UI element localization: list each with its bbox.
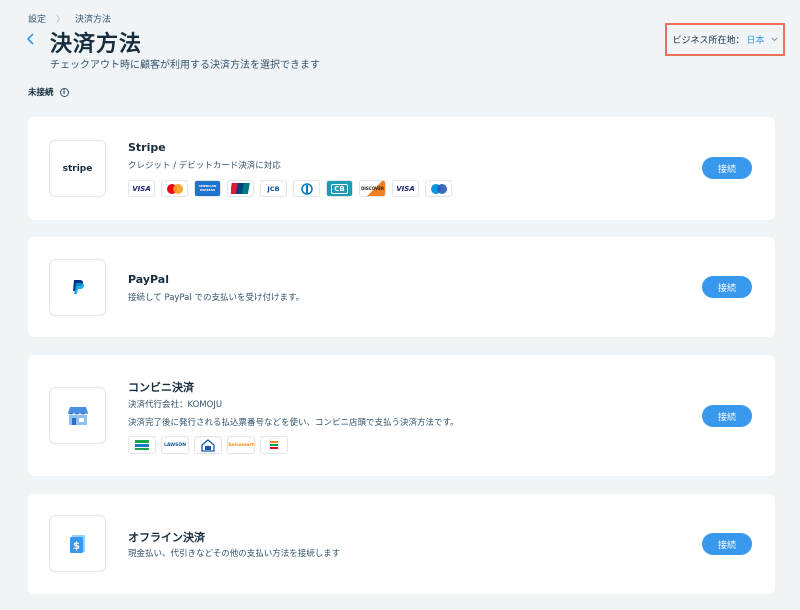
cb-icon: CB [326,180,353,197]
back-arrow-icon[interactable] [26,32,40,48]
discover-icon: DISCOVER [359,180,386,197]
maestro-icon [425,180,452,197]
provider-name: PayPal [128,273,169,286]
connect-button-stripe[interactable]: 接続 [702,157,752,179]
provider-description: クレジット / デビットカード決済に対応 [128,161,281,171]
seicomart-icon: Seicomart [227,436,255,454]
business-location-dropdown[interactable]: ビジネス所在地： 日本 [665,23,785,56]
page-subtitle: チェックアウト時に顧客が利用する決済方法を選択できます [50,60,320,71]
chevron-down-icon [771,35,778,44]
amex-icon: AMERICAN EXPRESS [194,180,221,197]
paypal-icon [72,279,84,294]
provider-description: 現金払い、代引きなどその他の支払い方法を接続します [128,549,341,559]
provider-name: コンビニ決済 [128,381,194,394]
provider-card-konbini: コンビニ決済 決済代行会社：KOMOJU 決済完了後に発行される払込票番号などを… [28,355,775,476]
lawson-icon: LAWSON [161,436,189,454]
breadcrumb: 設定 〉 決済方法 [28,12,111,25]
store-icon [67,406,88,425]
stripe-logo: stripe [49,140,106,197]
connect-button-offline[interactable]: 接続 [702,533,752,555]
business-location-label: ビジネス所在地： [672,36,745,46]
daily-yamazaki-icon [194,436,222,454]
provider-description-detail: 決済完了後に発行される払込票番号などを使い、コンビニ店頭で支払う決済方法です。 [128,418,459,428]
jcb-icon: JCB [260,180,287,197]
breadcrumb-settings[interactable]: 設定 [28,12,46,25]
connect-button-paypal[interactable]: 接続 [702,276,752,298]
card-brand-list: VISA AMERICAN EXPRESS JCB CB DISCOVER VI… [128,180,452,197]
section-label: 未接続 i [28,86,69,98]
provider-card-stripe: stripe Stripe クレジット / デビットカード決済に対応 VISA … [28,117,775,220]
svg-text:$: $ [73,541,80,552]
info-icon[interactable]: i [59,87,69,97]
provider-description: 接続して PayPal での支払いを受け付けます。 [128,293,305,303]
business-location-value: 日本 [746,36,765,46]
mastercard-icon [161,180,188,197]
convenience-store-logo [49,387,106,444]
visa-icon: VISA [128,180,155,197]
offline-payment-logo: $ [49,515,106,572]
seven-eleven-icon [260,436,288,454]
paypal-logo [49,259,106,316]
breadcrumb-separator: 〉 [56,15,66,25]
page-title: 決済方法 [50,32,143,57]
connect-button-konbini[interactable]: 接続 [702,405,752,427]
provider-name: Stripe [128,141,166,154]
unionpay-icon [227,180,254,197]
cash-icon: $ [69,534,85,553]
diners-icon [293,180,320,197]
konbini-brand-list: LAWSON Seicomart [128,436,288,454]
familymart-icon [128,436,156,454]
visa-electron-icon: VISA [392,180,419,197]
breadcrumb-current: 決済方法 [75,15,112,25]
provider-name: オフライン決済 [128,531,205,544]
provider-card-paypal: PayPal 接続して PayPal での支払いを受け付けます。 接続 [28,237,775,337]
provider-description: 決済代行会社：KOMOJU [128,400,223,410]
provider-card-offline: $ オフライン決済 現金払い、代引きなどその他の支払い方法を接続します 接続 [28,494,775,594]
